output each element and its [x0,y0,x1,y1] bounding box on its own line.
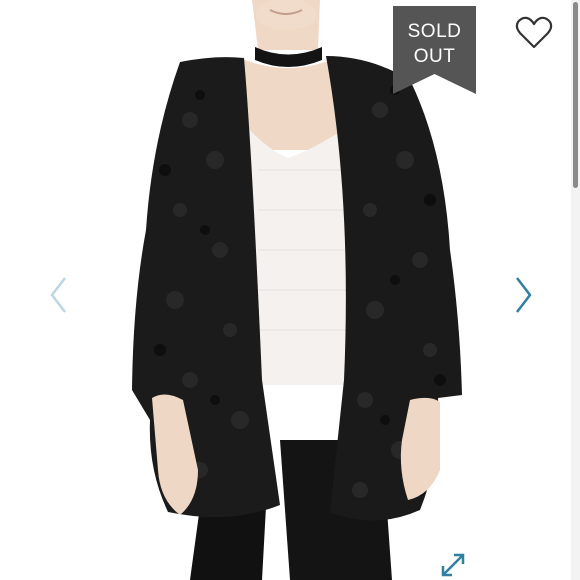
heart-outline-icon [515,16,553,49]
expand-arrows-icon [441,553,465,577]
previous-image-button[interactable] [47,275,71,315]
chevron-right-icon [516,277,532,313]
fullscreen-button[interactable] [440,552,466,578]
sold-out-label: SOLD OUT [407,21,462,67]
next-image-button[interactable] [511,275,535,315]
scrollbar-thumb[interactable] [573,2,578,188]
product-photo [0,0,580,580]
chevron-left-icon [50,277,66,313]
product-image-viewer: SOLD OUT [0,0,580,580]
like-button[interactable] [515,16,553,50]
vertical-scrollbar[interactable] [571,0,580,580]
sold-out-badge: SOLD OUT [393,6,476,94]
